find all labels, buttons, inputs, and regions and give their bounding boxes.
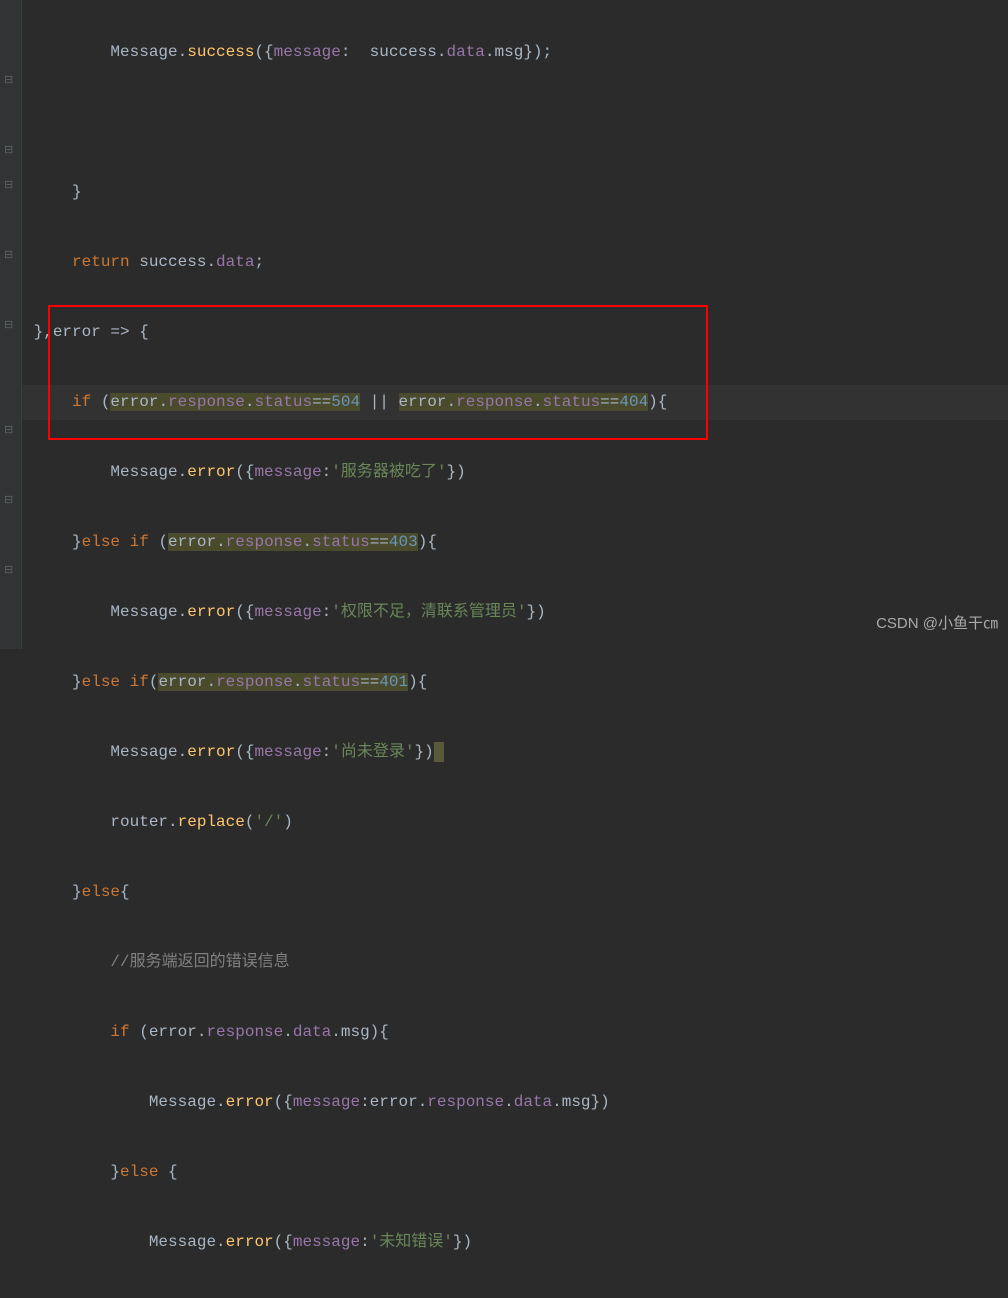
code-line: Message.error({message:'权限不足，清联系管理员'}) (24, 595, 667, 630)
code-line (24, 105, 667, 140)
code-line: },error => { (24, 315, 667, 350)
fold-icon[interactable]: ⊟ (4, 565, 16, 577)
fold-icon[interactable]: ⊟ (4, 180, 16, 192)
code-line: } (24, 1295, 667, 1298)
fold-icon[interactable]: ⊟ (4, 320, 16, 332)
code-line: //服务端返回的错误信息 (24, 945, 667, 980)
code-line: }else{ (24, 875, 667, 910)
code-line: return success.data; (24, 245, 667, 280)
fold-icon[interactable]: ⊟ (4, 145, 16, 157)
code-line: Message.success({message: success.data.m… (24, 35, 667, 70)
code-line: if (error.response.status==504 || error.… (24, 385, 667, 420)
code-line: Message.error({message:'服务器被吃了'}) (24, 455, 667, 490)
code-line: }else if (error.response.status==403){ (24, 525, 667, 560)
code-line: if (error.response.data.msg){ (24, 1015, 667, 1050)
text-cursor (434, 742, 444, 762)
code-line: }else { (24, 1155, 667, 1190)
code-line: Message.error({message:'未知错误'}) (24, 1225, 667, 1260)
editor-gutter: ⊟ ⊟ ⊟ ⊟ ⊟ ⊟ ⊟ ⊟ (0, 0, 22, 649)
watermark: CSDN @小鱼干㎝ (876, 606, 998, 641)
code-line: Message.error({message:'尚未登录'}) (24, 735, 667, 770)
code-line: }else if(error.response.status==401){ (24, 665, 667, 700)
fold-icon[interactable]: ⊟ (4, 425, 16, 437)
code-line: } (24, 175, 667, 210)
code-line: router.replace('/') (24, 805, 667, 840)
code-editor[interactable]: Message.success({message: success.data.m… (24, 0, 667, 1298)
fold-icon[interactable]: ⊟ (4, 250, 16, 262)
code-line: Message.error({message:error.response.da… (24, 1085, 667, 1120)
fold-icon[interactable]: ⊟ (4, 75, 16, 87)
fold-icon[interactable]: ⊟ (4, 495, 16, 507)
